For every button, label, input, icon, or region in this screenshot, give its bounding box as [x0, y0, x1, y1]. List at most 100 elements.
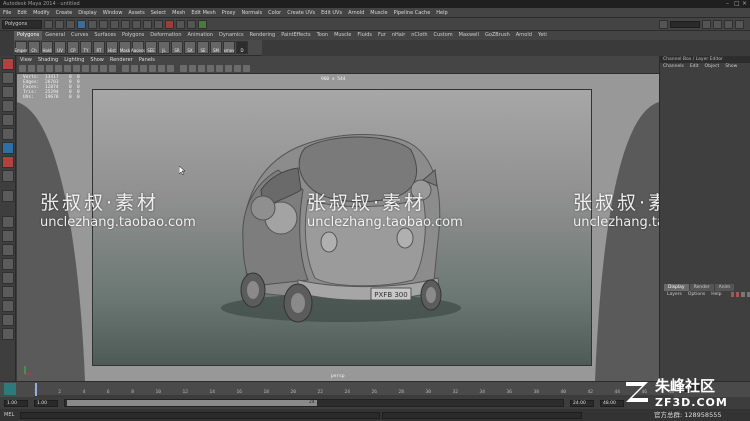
menu-set-dropdown[interactable]: Polygons [2, 19, 42, 29]
command-input[interactable] [20, 411, 381, 419]
paint-select-tool-icon[interactable] [2, 86, 14, 98]
shelf-tab-arnold[interactable]: Arnold [513, 31, 535, 40]
shelf-button[interactable]: Hist [106, 41, 118, 54]
anti-aliasing-icon[interactable] [234, 65, 241, 72]
shelf-tab-curves[interactable]: Curves [68, 31, 91, 40]
shelf-tab-polygons-custom[interactable]: Polygons [14, 31, 43, 40]
soft-modification-icon[interactable] [2, 156, 14, 168]
menu-normals[interactable]: Normals [238, 10, 265, 16]
last-tool-used-icon[interactable] [2, 190, 14, 202]
select-object-icon[interactable] [88, 19, 97, 29]
shelf-tab-general[interactable]: General [42, 31, 68, 40]
channel-menu-edit[interactable]: Edit [687, 63, 702, 70]
close-icon[interactable]: × [742, 1, 750, 7]
snap-point-icon[interactable] [132, 19, 141, 29]
menu-mesh[interactable]: Mesh [169, 10, 188, 16]
wireframe-on-shaded-icon[interactable] [140, 65, 147, 72]
current-time-indicator[interactable] [35, 383, 37, 396]
layout-graph-editor-icon[interactable] [2, 314, 14, 326]
new-layer-icon[interactable] [730, 292, 734, 297]
snap-curve-icon[interactable] [121, 19, 130, 29]
layer-tab-display[interactable]: Display [664, 284, 689, 291]
xray-joints-icon[interactable] [189, 65, 196, 72]
panel-menu-show[interactable]: Show [87, 57, 107, 63]
shelf-tab-custom[interactable]: Custom [431, 31, 456, 40]
show-attribute-editor-icon[interactable] [713, 19, 722, 29]
camera-attributes-icon[interactable] [28, 65, 35, 72]
layout-outliner-icon[interactable] [2, 300, 14, 312]
bookmark-icon[interactable] [37, 65, 44, 72]
menu-modify[interactable]: Modify [30, 10, 53, 16]
ipr-render-icon[interactable] [176, 19, 185, 29]
range-bar-handle[interactable] [67, 400, 317, 406]
resolution-gate-icon[interactable] [73, 65, 80, 72]
shelf-tab-fluids[interactable]: Fluids [354, 31, 375, 40]
shelf-button[interactable]: SR [171, 41, 183, 54]
motion-blur-icon[interactable] [225, 65, 232, 72]
layout-four-view-icon[interactable] [2, 230, 14, 242]
render-frame-icon[interactable] [165, 19, 174, 29]
layer-menu-help[interactable]: Help [708, 291, 724, 298]
open-scene-icon[interactable] [55, 19, 64, 29]
depth-of-field-icon[interactable] [243, 65, 250, 72]
new-layer-selected-icon[interactable] [735, 292, 740, 297]
shelf-tab-animation[interactable]: Animation [185, 31, 217, 40]
menu-color[interactable]: Color [265, 10, 284, 16]
move-tool-icon[interactable] [2, 100, 14, 112]
layer-menu-options[interactable]: Options [685, 291, 708, 298]
scale-tool-icon[interactable] [2, 128, 14, 140]
rotate-tool-icon[interactable] [2, 114, 14, 126]
animation-start-field[interactable]: 1.00 [4, 399, 28, 407]
shelf-button[interactable]: SEE [145, 41, 157, 54]
layout-single-perspective-icon[interactable] [2, 216, 14, 228]
shelf-button[interactable]: Ch [28, 41, 40, 54]
save-scene-icon[interactable] [66, 19, 75, 29]
shelf-tab-gozbrush[interactable]: GoZBrush [482, 31, 513, 40]
shelf-tab-muscle[interactable]: Muscle [331, 31, 354, 40]
render-settings-icon[interactable] [187, 19, 196, 29]
shelf-button[interactable]: Mask [119, 41, 131, 54]
shelf-tab-yeti[interactable]: Yeti [535, 31, 550, 40]
range-bar-track[interactable]: 24 [64, 399, 564, 407]
snap-grid-icon[interactable] [110, 19, 119, 29]
shelf-tab-surfaces[interactable]: Surfaces [91, 31, 119, 40]
shelf-button[interactable]: TY [80, 41, 92, 54]
layout-hypershade-icon[interactable] [2, 272, 14, 284]
show-tool-settings-icon[interactable] [724, 19, 733, 29]
menu-window[interactable]: Window [100, 10, 126, 16]
animation-end-field[interactable]: 48.00 [600, 399, 624, 407]
layer-menu-layers[interactable]: Layers [664, 291, 685, 298]
select-hierarchy-icon[interactable] [77, 19, 86, 29]
channel-menu-show[interactable]: Show [722, 63, 740, 70]
playback-start-field[interactable]: 1.00 [34, 399, 58, 407]
lasso-tool-icon[interactable] [2, 72, 14, 84]
show-modeling-toolkit-icon[interactable] [702, 19, 711, 29]
menu-display[interactable]: Display [75, 10, 99, 16]
select-component-icon[interactable] [99, 19, 108, 29]
panel-menu-lighting[interactable]: Lighting [61, 57, 87, 63]
safe-title-icon[interactable] [109, 65, 116, 72]
shelf-tab-dynamics[interactable]: Dynamics [216, 31, 247, 40]
safe-action-icon[interactable] [100, 65, 107, 72]
menu-help[interactable]: Help [433, 10, 450, 16]
image-plane-icon[interactable] [46, 65, 53, 72]
quick-input-field[interactable] [670, 20, 700, 28]
textured-icon[interactable] [149, 65, 156, 72]
input-field-toggle-icon[interactable] [659, 19, 668, 29]
shelf-button[interactable]: CP [67, 41, 79, 54]
use-all-lights-icon[interactable] [158, 65, 165, 72]
shelf-button[interactable]: SE [197, 41, 209, 54]
menu-arnold[interactable]: Arnold [345, 10, 367, 16]
show-manipulator-icon[interactable] [2, 170, 14, 182]
panel-menu-shading[interactable]: Shading [35, 57, 61, 63]
ambient-occlusion-icon[interactable] [216, 65, 223, 72]
panel-menu-renderer[interactable]: Renderer [107, 57, 136, 63]
shelf-button[interactable]: SX [184, 41, 196, 54]
playback-end-field[interactable]: 24.00 [570, 399, 594, 407]
channel-menu-object[interactable]: Object [702, 63, 723, 70]
menu-file[interactable]: File [0, 10, 14, 16]
shadows-icon[interactable] [167, 65, 174, 72]
shelf-button[interactable]: D [236, 41, 248, 54]
select-camera-icon[interactable] [19, 65, 26, 72]
menu-select[interactable]: Select [148, 10, 169, 16]
